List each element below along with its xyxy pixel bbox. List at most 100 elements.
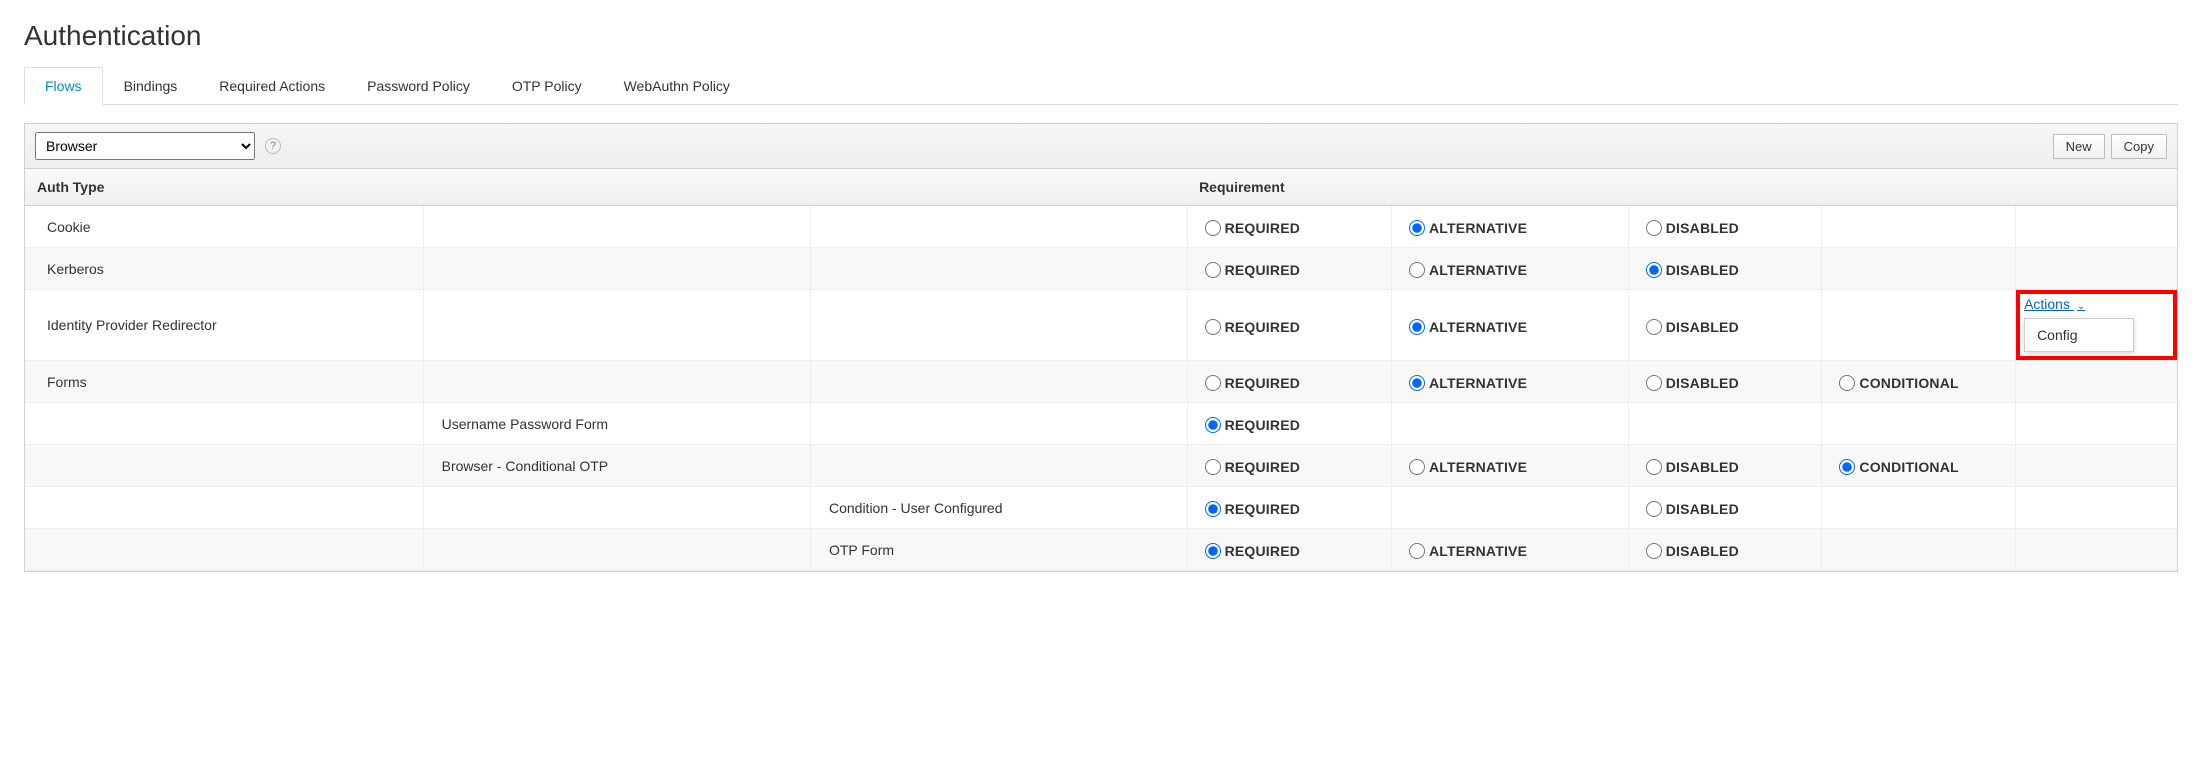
auth-name-cell bbox=[810, 361, 1187, 403]
auth-name-cell bbox=[423, 487, 810, 529]
alternative-radio[interactable] bbox=[1409, 262, 1425, 278]
conditional-radio[interactable] bbox=[1839, 459, 1855, 475]
required-label: REQUIRED bbox=[1225, 375, 1301, 391]
required-cell: REQUIRED bbox=[1187, 248, 1391, 290]
auth-name-cell: Username Password Form bbox=[423, 403, 810, 445]
actions-cell bbox=[2016, 487, 2177, 529]
required-label: REQUIRED bbox=[1225, 417, 1301, 433]
alternative-cell: ALTERNATIVE bbox=[1392, 290, 1629, 361]
auth-flow-table: Auth Type Requirement CookieREQUIREDALTE… bbox=[25, 169, 2177, 571]
auth-name-cell: OTP Form bbox=[810, 529, 1187, 571]
tab-bindings[interactable]: Bindings bbox=[103, 67, 199, 105]
auth-name-cell bbox=[810, 403, 1187, 445]
required-radio[interactable] bbox=[1205, 220, 1221, 236]
alternative-cell: ALTERNATIVE bbox=[1392, 529, 1629, 571]
required-label: REQUIRED bbox=[1225, 220, 1301, 236]
table-row: Browser - Conditional OTPREQUIREDALTERNA… bbox=[25, 445, 2177, 487]
disabled-label: DISABLED bbox=[1666, 220, 1739, 236]
actions-highlight: Actions ⌄ Config bbox=[2016, 290, 2177, 360]
required-cell: REQUIRED bbox=[1187, 361, 1391, 403]
conditional-label: CONDITIONAL bbox=[1859, 375, 1958, 391]
conditional-cell bbox=[1822, 487, 2016, 529]
required-cell: REQUIRED bbox=[1187, 206, 1391, 248]
required-radio[interactable] bbox=[1205, 501, 1221, 517]
required-radio[interactable] bbox=[1205, 375, 1221, 391]
conditional-cell: CONDITIONAL bbox=[1822, 445, 2016, 487]
alternative-radio[interactable] bbox=[1409, 220, 1425, 236]
required-cell: REQUIRED bbox=[1187, 403, 1391, 445]
copy-button[interactable]: Copy bbox=[2111, 134, 2167, 159]
alternative-label: ALTERNATIVE bbox=[1429, 262, 1527, 278]
tab-webauthn-policy[interactable]: WebAuthn Policy bbox=[603, 67, 751, 105]
disabled-radio[interactable] bbox=[1646, 262, 1662, 278]
table-row: Username Password Form REQUIRED bbox=[25, 403, 2177, 445]
flow-select[interactable]: Browser bbox=[35, 132, 255, 160]
conditional-radio[interactable] bbox=[1839, 375, 1855, 391]
auth-name-cell bbox=[423, 361, 810, 403]
alternative-radio[interactable] bbox=[1409, 543, 1425, 559]
auth-name-cell bbox=[810, 445, 1187, 487]
disabled-cell: DISABLED bbox=[1628, 529, 1822, 571]
alternative-label: ALTERNATIVE bbox=[1429, 543, 1527, 559]
actions-cell bbox=[2016, 248, 2177, 290]
alternative-label: ALTERNATIVE bbox=[1429, 375, 1527, 391]
actions-cell bbox=[2016, 403, 2177, 445]
auth-name-cell bbox=[423, 529, 810, 571]
table-row: Cookie REQUIRED ALTERNATIVE DISABLED bbox=[25, 206, 2177, 248]
actions-dropdown: Config bbox=[2024, 318, 2134, 352]
tab-flows[interactable]: Flows bbox=[24, 67, 103, 105]
conditional-label: CONDITIONAL bbox=[1859, 459, 1958, 475]
col-requirement: Requirement bbox=[1187, 169, 2177, 206]
auth-name-cell bbox=[810, 206, 1187, 248]
auth-name-cell: Cookie bbox=[25, 206, 423, 248]
tab-password-policy[interactable]: Password Policy bbox=[346, 67, 491, 105]
required-label: REQUIRED bbox=[1225, 459, 1301, 475]
alternative-cell: ALTERNATIVE bbox=[1392, 361, 1629, 403]
disabled-label: DISABLED bbox=[1666, 459, 1739, 475]
alternative-cell: ALTERNATIVE bbox=[1392, 206, 1629, 248]
required-radio[interactable] bbox=[1205, 543, 1221, 559]
auth-name-cell: Identity Provider Redirector bbox=[25, 290, 423, 361]
tab-required-actions[interactable]: Required Actions bbox=[198, 67, 346, 105]
auth-name-cell: Kerberos bbox=[25, 248, 423, 290]
alternative-radio[interactable] bbox=[1409, 375, 1425, 391]
help-icon[interactable]: ? bbox=[265, 138, 281, 154]
auth-name-cell bbox=[25, 403, 423, 445]
tab-bar: FlowsBindingsRequired ActionsPassword Po… bbox=[24, 66, 2178, 105]
disabled-radio[interactable] bbox=[1646, 375, 1662, 391]
required-radio[interactable] bbox=[1205, 319, 1221, 335]
disabled-radio[interactable] bbox=[1646, 501, 1662, 517]
disabled-radio[interactable] bbox=[1646, 543, 1662, 559]
auth-name-cell bbox=[25, 445, 423, 487]
tab-otp-policy[interactable]: OTP Policy bbox=[491, 67, 603, 105]
disabled-label: DISABLED bbox=[1666, 543, 1739, 559]
required-radio[interactable] bbox=[1205, 459, 1221, 475]
disabled-cell: DISABLED bbox=[1628, 487, 1822, 529]
auth-name-cell bbox=[423, 290, 810, 361]
required-label: REQUIRED bbox=[1225, 319, 1301, 335]
conditional-cell: CONDITIONAL bbox=[1822, 361, 2016, 403]
new-button[interactable]: New bbox=[2053, 134, 2105, 159]
auth-name-cell bbox=[810, 290, 1187, 361]
actions-menu-item[interactable]: Config bbox=[2025, 319, 2133, 351]
auth-name-cell: Condition - User Configured bbox=[810, 487, 1187, 529]
disabled-radio[interactable] bbox=[1646, 220, 1662, 236]
alternative-label: ALTERNATIVE bbox=[1429, 459, 1527, 475]
page-title: Authentication bbox=[24, 20, 2178, 52]
alternative-cell bbox=[1392, 403, 1629, 445]
disabled-radio[interactable] bbox=[1646, 459, 1662, 475]
conditional-cell bbox=[1822, 248, 2016, 290]
table-row: Condition - User Configured REQUIRED DISAB… bbox=[25, 487, 2177, 529]
required-radio[interactable] bbox=[1205, 262, 1221, 278]
alternative-radio[interactable] bbox=[1409, 459, 1425, 475]
actions-link[interactable]: Actions ⌄ bbox=[2024, 296, 2085, 312]
required-cell: REQUIRED bbox=[1187, 290, 1391, 361]
disabled-radio[interactable] bbox=[1646, 319, 1662, 335]
alternative-radio[interactable] bbox=[1409, 319, 1425, 335]
auth-name-cell bbox=[810, 248, 1187, 290]
required-radio[interactable] bbox=[1205, 417, 1221, 433]
auth-name-cell bbox=[25, 529, 423, 571]
required-label: REQUIRED bbox=[1225, 501, 1301, 517]
disabled-cell: DISABLED bbox=[1628, 445, 1822, 487]
required-label: REQUIRED bbox=[1225, 262, 1301, 278]
